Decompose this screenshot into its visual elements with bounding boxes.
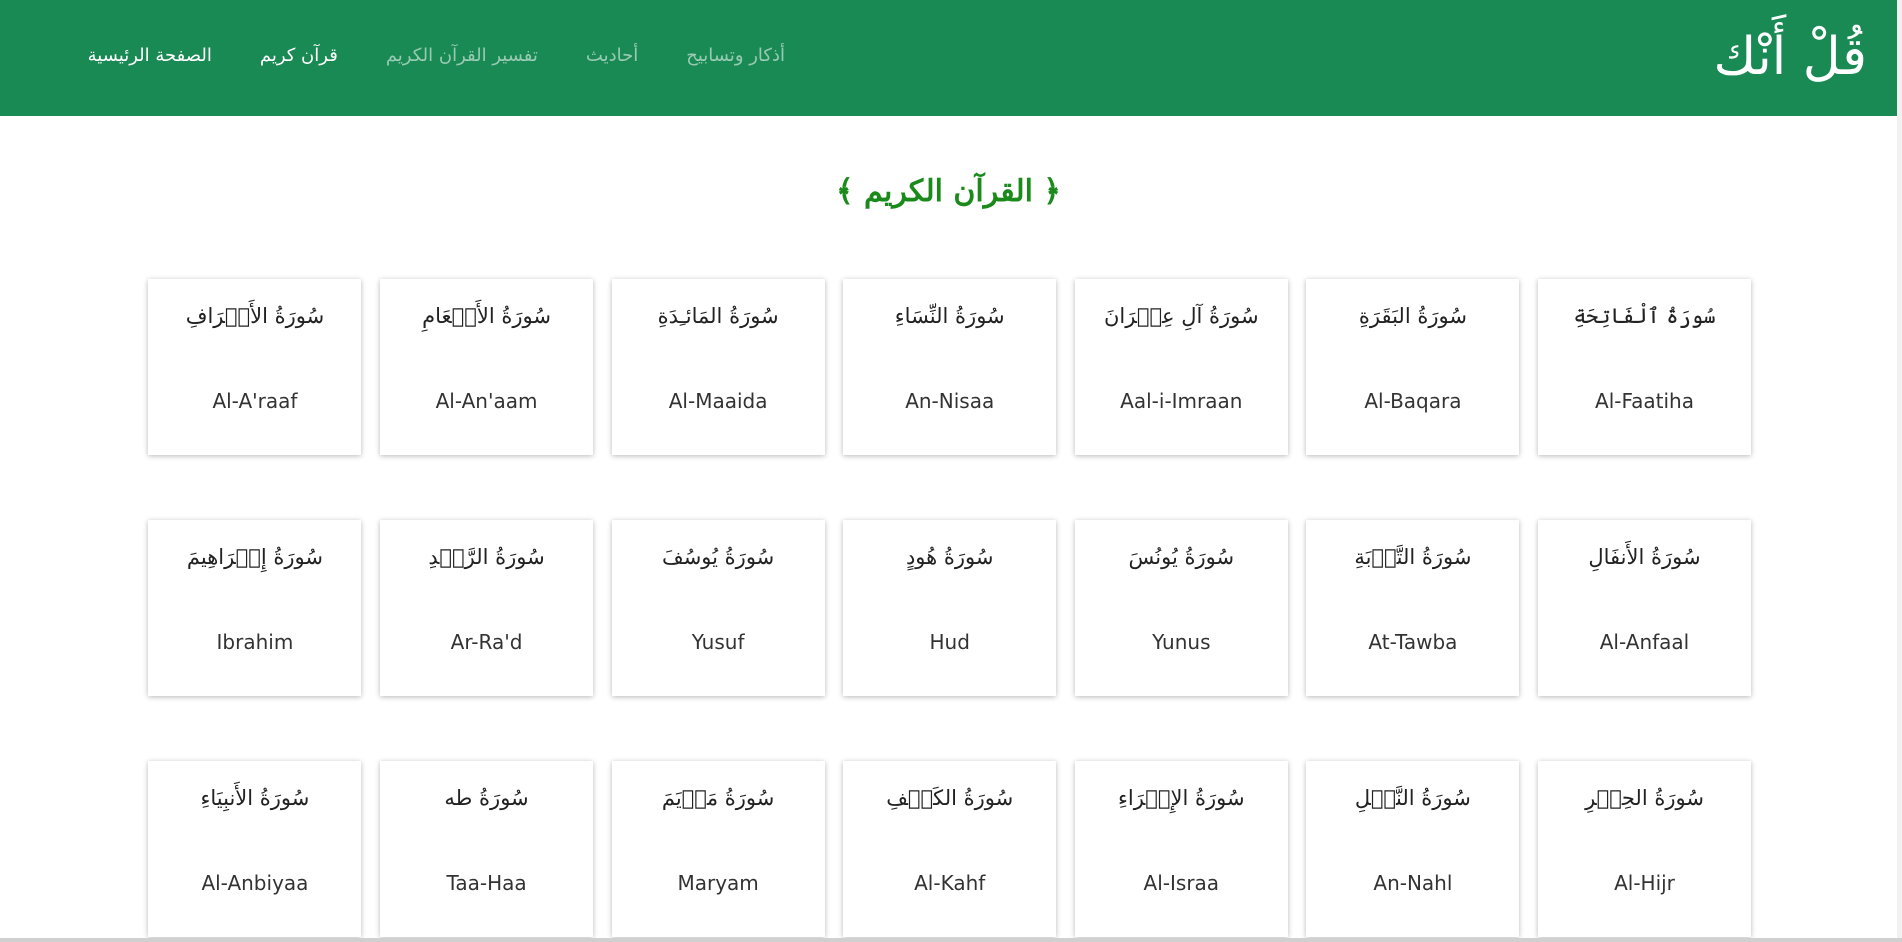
surah-grid: سُورَةُ ٱلْفَاتِحَةِ Al-Faatiha سُورَةُ ا… — [148, 279, 1751, 937]
page-title: ﴿ القرآن الكريم ﴾ — [836, 174, 1061, 209]
surah-english-name: Maryam — [677, 871, 759, 895]
surah-english-name: Ar-Ra'd — [450, 630, 523, 654]
surah-english-name: Al-A'raaf — [212, 389, 298, 413]
surah-card[interactable]: سُورَةُ الأَنبِيَاءِ Al-Anbiyaa — [148, 761, 362, 937]
surah-arabic-name: سُورَةُ يُوسُفَ — [661, 545, 775, 569]
nav-link-adhkar[interactable]: أذكار وتسابيح — [686, 42, 785, 70]
surah-english-name: Yusuf — [691, 630, 745, 654]
surah-card[interactable]: سُورَةُ آلِ عِمۡرَانَ Aal-i-Imraan — [1074, 279, 1288, 455]
surah-card[interactable]: سُورَةُ التَّوۡبَةِ At-Tawba — [1306, 520, 1520, 696]
surah-arabic-name: سُورَةُ التَّوۡبَةِ — [1354, 545, 1472, 569]
surah-english-name: Aal-i-Imraan — [1120, 389, 1243, 413]
surah-card[interactable]: سُورَةُ الإِسۡرَاءِ Al-Israa — [1074, 761, 1288, 937]
surah-card[interactable]: سُورَةُ المَائـِدَةِ Al-Maaida — [611, 279, 825, 455]
surah-english-name: Al-Anbiyaa — [201, 871, 309, 895]
surah-card[interactable]: سُورَةُ مَرۡيَمَ Maryam — [611, 761, 825, 937]
surah-card[interactable]: سُورَةُ البَقَرَةِ Al-Baqara — [1306, 279, 1520, 455]
surah-english-name: Al-Anfaal — [1599, 630, 1690, 654]
surah-english-name: An-Nisaa — [905, 389, 995, 413]
surah-arabic-name: سُورَةُ مَرۡيَمَ — [661, 786, 775, 810]
surah-arabic-name: سُورَةُ إِبۡرَاهِيمَ — [186, 545, 323, 569]
surah-english-name: Yunus — [1152, 630, 1211, 654]
surah-arabic-name: سُورَةُ الحِجۡرِ — [1585, 786, 1704, 810]
site-logo[interactable]: قُلْ أَنْك — [1713, 22, 1867, 92]
surah-english-name: Al-Maaida — [668, 389, 768, 413]
surah-card[interactable]: سُورَةُ طه Taa-Haa — [380, 761, 594, 937]
surah-card[interactable]: سُورَةُ الأَنفَالِ Al-Anfaal — [1538, 520, 1751, 696]
surah-arabic-name: سُورَةُ آلِ عِمۡرَانَ — [1104, 304, 1259, 328]
surah-english-name: Al-Hijr — [1614, 871, 1675, 895]
surah-english-name: Al-Baqara — [1364, 389, 1462, 413]
top-navbar: قُلْ أَنْك الصفحة الرئيسية قرآن كريم تفس… — [0, 0, 1897, 116]
surah-card[interactable]: سُورَةُ الحِجۡرِ Al-Hijr — [1538, 761, 1751, 937]
surah-arabic-name: سُورَةُ المَائـِدَةِ — [657, 304, 779, 328]
surah-english-name: Al-Faatiha — [1595, 389, 1694, 413]
surah-arabic-name: سُورَةُ الأَنفَالِ — [1588, 545, 1701, 569]
surah-arabic-name: سُورَةُ الإِسۡرَاءِ — [1118, 786, 1245, 810]
surah-arabic-name: سُورَةُ يُونُسَ — [1128, 545, 1235, 569]
surah-arabic-name: سُورَةُ هُودٍ — [905, 545, 994, 569]
surah-card[interactable]: سُورَةُ ٱلْفَاتِحَةِ Al-Faatiha — [1538, 279, 1751, 455]
surah-arabic-name: سُورَةُ الأَنۡعَامِ — [422, 304, 551, 328]
surah-card[interactable]: سُورَةُ النِّسَاءِ An-Nisaa — [843, 279, 1057, 455]
surah-arabic-name: سُورَةُ النَّحۡلِ — [1354, 786, 1471, 810]
surah-english-name: Al-An'aam — [435, 389, 538, 413]
surah-english-name: Al-Israa — [1143, 871, 1220, 895]
surah-english-name: Taa-Haa — [446, 871, 527, 895]
surah-card[interactable]: سُورَةُ الأَنۡعَامِ Al-An'aam — [380, 279, 594, 455]
surah-arabic-name: سُورَةُ ٱلْفَاتِحَةِ — [1573, 304, 1716, 328]
surah-english-name: Ibrahim — [216, 630, 294, 654]
surah-arabic-name: سُورَةُ الرَّعۡدِ — [428, 545, 545, 569]
surah-arabic-name: سُورَةُ البَقَرَةِ — [1358, 304, 1467, 328]
surah-card[interactable]: سُورَةُ يُوسُفَ Yusuf — [611, 520, 825, 696]
surah-card[interactable]: سُورَةُ إِبۡرَاهِيمَ Ibrahim — [148, 520, 362, 696]
surah-english-name: Hud — [929, 630, 970, 654]
surah-card[interactable]: سُورَةُ الأَعۡرَافِ Al-A'raaf — [148, 279, 362, 455]
surah-card[interactable]: سُورَةُ النَّحۡلِ An-Nahl — [1306, 761, 1520, 937]
nav-link-quran[interactable]: قرآن كريم — [260, 42, 338, 70]
surah-english-name: At-Tawba — [1368, 630, 1458, 654]
nav-link-tafsir[interactable]: تفسير القرآن الكريم — [386, 42, 538, 70]
surah-arabic-name: سُورَةُ الأَنبِيَاءِ — [200, 786, 310, 810]
surah-arabic-name: سُورَةُ النِّسَاءِ — [894, 304, 1005, 328]
nav-link-hadith[interactable]: أحاديث — [586, 42, 638, 70]
surah-arabic-name: سُورَةُ الكَهۡفِ — [886, 786, 1014, 810]
horizontal-scrollbar[interactable] — [0, 938, 1902, 942]
surah-arabic-name: سُورَةُ الأَعۡرَافِ — [185, 304, 325, 328]
surah-arabic-name: سُورَةُ طه — [444, 786, 529, 810]
surah-english-name: Al-Kahf — [914, 871, 986, 895]
surah-card[interactable]: سُورَةُ هُودٍ Hud — [843, 520, 1057, 696]
surah-card[interactable]: سُورَةُ الرَّعۡدِ Ar-Ra'd — [380, 520, 594, 696]
main-nav: الصفحة الرئيسية قرآن كريم تفسير القرآن ا… — [88, 42, 785, 70]
surah-card[interactable]: سُورَةُ الكَهۡفِ Al-Kahf — [843, 761, 1057, 937]
nav-link-home[interactable]: الصفحة الرئيسية — [88, 42, 212, 70]
surah-card[interactable]: سُورَةُ يُونُسَ Yunus — [1074, 520, 1288, 696]
surah-english-name: An-Nahl — [1373, 871, 1453, 895]
scrollbar-track[interactable] — [1897, 0, 1902, 942]
